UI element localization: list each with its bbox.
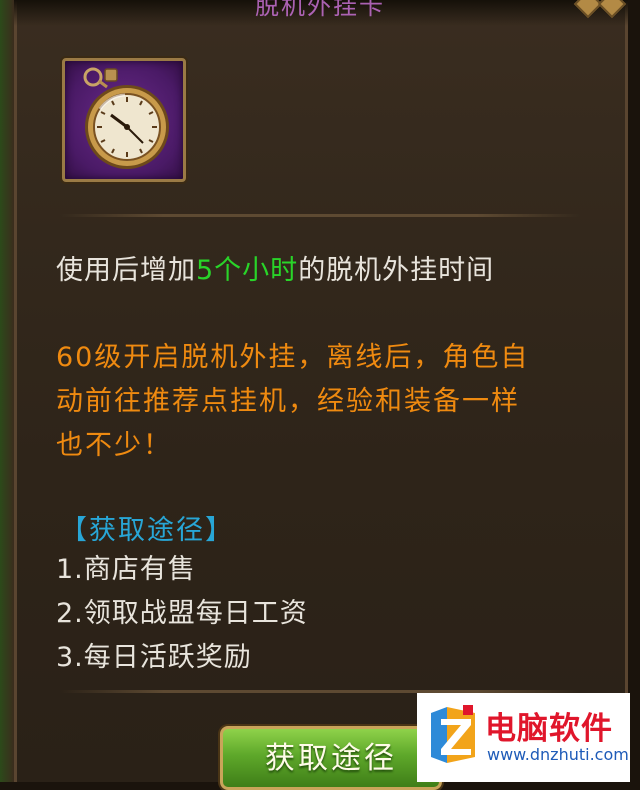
ornament-icon — [573, 0, 627, 19]
watermark: 电脑软件 www.dnzhuti.com — [417, 693, 630, 782]
notice-line: 也不少！ — [56, 430, 172, 461]
notice-line: 60级开启脱机外挂，离线后，角色自 — [56, 342, 530, 373]
description-prefix: 使用后增加 — [56, 255, 196, 286]
watermark-url: www.dnzhuti.com — [487, 745, 629, 764]
panel-title: 脱机外挂卡 — [255, 0, 385, 20]
z-logo-icon — [431, 705, 475, 763]
item-slot — [62, 58, 186, 182]
background-edge — [0, 0, 14, 782]
watermark-name: 电脑软件 — [485, 711, 613, 747]
source-title: 【获取途径】 — [60, 515, 234, 546]
pocket-watch-icon — [83, 67, 169, 169]
description-suffix: 的脱机外挂时间 — [298, 255, 495, 286]
notice-line: 动前往推荐点挂机，经验和装备一样 — [56, 386, 520, 417]
section-divider — [60, 214, 580, 217]
source-item: 3.每日活跃奖励 — [56, 642, 252, 673]
description-highlight: 5个小时 — [196, 255, 299, 286]
item-description: 使用后增加5个小时的脱机外挂时间 — [56, 248, 494, 287]
source-list: 1.商店有售 2.领取战盟每日工资 3.每日活跃奖励 — [56, 548, 308, 680]
get-source-button[interactable]: 获取途径 — [220, 726, 442, 790]
item-notice: 60级开启脱机外挂，离线后，角色自 动前往推荐点挂机，经验和装备一样 也不少！ — [56, 336, 596, 468]
source-item: 2.领取战盟每日工资 — [56, 598, 308, 629]
source-item: 1.商店有售 — [56, 554, 196, 585]
